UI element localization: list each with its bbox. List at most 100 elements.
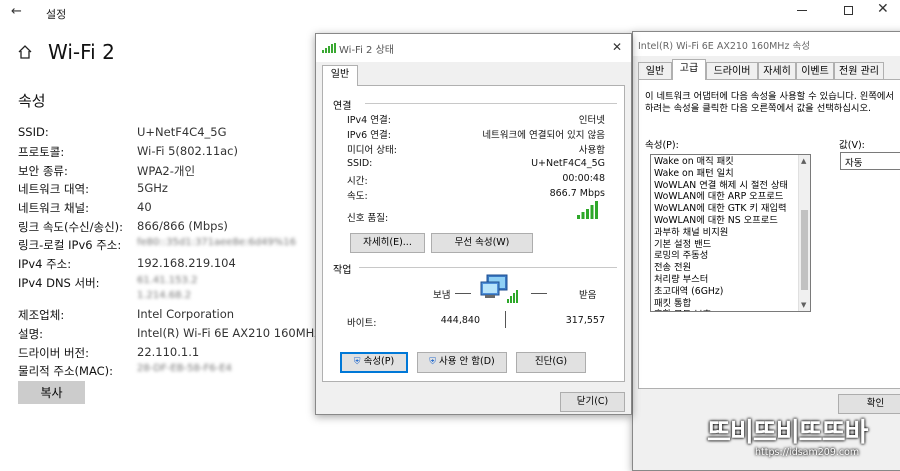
dialog-title-bar: Intel(R) Wi-Fi 6E AX210 160MHz 속성 <box>633 32 900 56</box>
property-label: 네트워크 채널: <box>18 201 90 215</box>
value-select[interactable]: 자동 <box>840 152 900 170</box>
disable-button[interactable]: ⛨ 사용 안 함(D) <box>417 352 507 373</box>
value-label: 값(V): <box>839 140 865 151</box>
property-value: 866/866 (Mbps) <box>137 219 228 233</box>
watermark-url: https://idsam209.com <box>755 447 860 458</box>
divider <box>455 293 471 294</box>
close-icon[interactable]: ✕ <box>877 1 889 17</box>
list-item[interactable]: WoWLAN에 대한 ARP 오프로드 <box>651 191 799 203</box>
general-panel: 연결 IPv4 연결: 인터넷 IPv6 연결: 네트워크에 연결되어 있지 않음 미디… <box>322 85 625 382</box>
maximize-icon[interactable] <box>844 6 853 15</box>
back-icon[interactable]: ← <box>11 5 25 19</box>
connection-row-value: 866.7 Mbps <box>549 188 605 199</box>
disable-button-label: 사용 안 함(D) <box>439 356 495 367</box>
connection-row-label: IPv6 연결: <box>347 130 391 142</box>
listbox-scrollbar[interactable]: ▲ ▼ <box>798 155 810 311</box>
signal-strength-icon <box>577 201 599 219</box>
tab-driver[interactable]: 드라이버 <box>706 62 758 80</box>
property-value: Wi-Fi 5(802.11ac) <box>137 144 238 158</box>
property-label: SSID: <box>18 125 49 139</box>
received-label: 받음 <box>579 290 597 301</box>
ok-button[interactable]: 확인 <box>838 394 900 414</box>
connection-row-value: U+NetF4C4_5G <box>531 157 605 169</box>
property-label: 물리적 주소(MAC): <box>18 364 114 378</box>
property-listbox[interactable]: Wake on 매직 패킷 Wake on 패턴 일치 WoWLAN 연결 해제 시… <box>650 154 811 312</box>
window-title: 설정 <box>46 8 67 21</box>
tab-details[interactable]: 자세히 <box>758 62 796 80</box>
diagnose-button[interactable]: 진단(G) <box>516 352 586 373</box>
property-value: U+NetF4C4_5G <box>137 125 227 139</box>
section-title: 속성 <box>18 92 46 110</box>
connection-row-label: 속도: <box>347 191 368 202</box>
close-icon[interactable]: ✕ <box>612 40 622 54</box>
scroll-down-icon[interactable]: ▼ <box>801 301 806 309</box>
property-label: 네트워크 대역: <box>18 182 90 196</box>
list-item[interactable]: 전송 전원 <box>651 262 799 274</box>
property-value: 61.41.153.2 <box>137 275 198 286</box>
property-label: 보안 종류: <box>18 164 68 178</box>
network-computer-icon <box>477 273 521 307</box>
connection-row-value: 인터넷 <box>578 115 605 126</box>
list-item[interactable]: Wake on 매직 패킷 <box>651 156 799 168</box>
tab-power[interactable]: 전원 관리 <box>834 62 884 80</box>
wireless-properties-button[interactable]: 무선 속성(W) <box>431 233 533 253</box>
list-item[interactable]: 초고대역 (6GHz) <box>651 286 799 298</box>
property-value: 1.214.68.2 <box>137 290 192 301</box>
property-label: 제조업체: <box>18 308 65 322</box>
property-value: fe80::35d1:371aee8e:6d49%16 <box>137 237 297 248</box>
list-item[interactable]: WoWLAN에 대한 NS 오프로드 <box>651 215 799 227</box>
connection-header: 연결 <box>333 101 352 112</box>
list-item[interactable]: 기본 설정 밴드 <box>651 239 799 251</box>
adapter-properties-dialog: Intel(R) Wi-Fi 6E AX210 160MHz 속성 일반 고급 … <box>632 31 900 471</box>
tab-advanced[interactable]: 고급 <box>672 59 706 80</box>
list-item[interactable]: Wake on 패턴 일치 <box>651 168 799 180</box>
details-button[interactable]: 자세히(E)... <box>350 233 425 253</box>
property-label: 링크-로컬 IPv6 주소: <box>18 238 122 252</box>
tab-general[interactable]: 일반 <box>322 65 358 86</box>
scroll-up-icon[interactable]: ▲ <box>801 157 806 165</box>
bytes-label: 바이트: <box>347 318 377 329</box>
connection-row-value: 사용함 <box>578 145 605 157</box>
connection-row-value: 네트워크에 연결되어 있지 않음 <box>482 130 605 142</box>
property-label: 링크 속도(수신/송신): <box>18 220 124 234</box>
dialog-title: Intel(R) Wi-Fi 6E AX210 160MHz 속성 <box>638 41 810 52</box>
divider <box>365 103 617 104</box>
list-item[interactable]: 혼합 모드 보호 <box>651 309 799 311</box>
home-icon[interactable] <box>17 44 33 60</box>
list-item[interactable]: WoWLAN에 대한 GTK 키 재입력 <box>651 203 799 215</box>
property-label: 드라이버 버전: <box>18 346 90 360</box>
scrollbar-thumb[interactable] <box>801 210 808 290</box>
list-item[interactable]: 과부하 채널 비지원 <box>651 227 799 239</box>
connection-row-label: IPv4 연결: <box>347 115 391 126</box>
property-label: 프로토콜: <box>18 145 65 159</box>
connection-row-label: SSID: <box>347 157 373 169</box>
page-title: Wi-Fi 2 <box>48 40 115 64</box>
bytes-received: 317,557 <box>565 315 605 326</box>
list-item[interactable]: WoWLAN 연결 해제 시 절전 상태 <box>651 180 799 192</box>
property-value: 22.110.1.1 <box>137 345 200 359</box>
minimize-icon[interactable] <box>797 10 807 11</box>
property-list: Wake on 매직 패킷 Wake on 패턴 일치 WoWLAN 연결 해제 시… <box>651 156 799 311</box>
list-item[interactable]: 로밍의 주동성 <box>651 250 799 262</box>
tab-events[interactable]: 이벤트 <box>796 62 834 80</box>
advanced-panel: 이 네트워크 어댑터에 다음 속성을 사용할 수 있습니다. 왼쪽에서 하려는 … <box>638 79 900 389</box>
property-label: IPv4 주소: <box>18 257 72 271</box>
list-item[interactable]: 패킷 통합 <box>651 298 799 310</box>
wifi-signal-icon <box>322 43 336 53</box>
sent-label: 보냄 <box>433 290 451 301</box>
properties-button[interactable]: ⛨ 속성(P) <box>340 352 408 373</box>
tab-general[interactable]: 일반 <box>638 62 672 80</box>
property-label: 속성(P): <box>645 140 679 151</box>
dialog-title: Wi-Fi 2 상태 <box>339 45 394 56</box>
copy-button[interactable]: 복사 <box>18 381 85 404</box>
list-item[interactable]: 처리량 부스터 <box>651 274 799 286</box>
divider <box>531 293 547 294</box>
close-button[interactable]: 닫기(C) <box>560 392 625 412</box>
watermark-logo: 뜨비뜨비뜨뜨바 <box>707 418 868 448</box>
divider <box>359 267 617 268</box>
property-value: Intel Corporation <box>137 307 235 321</box>
shield-icon: ⛨ <box>429 357 436 367</box>
tab-strip: 일반 고급 드라이버 자세히 이벤트 전원 관리 <box>638 59 900 80</box>
signal-quality-label: 신호 품질: <box>347 213 389 224</box>
property-value: 40 <box>137 200 152 214</box>
